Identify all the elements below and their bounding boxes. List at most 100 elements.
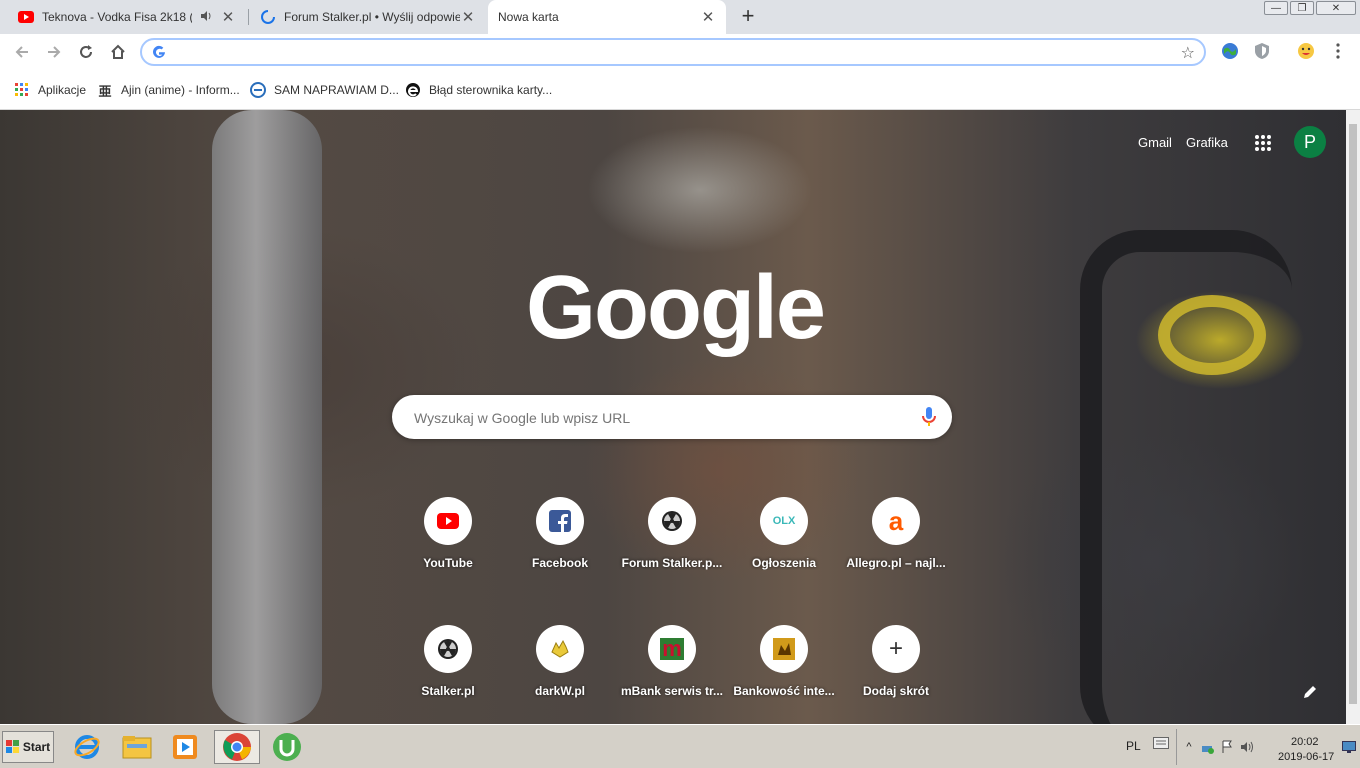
taskbar: Start PL ^ 20:02 2019-06-17: [0, 724, 1360, 768]
show-desktop-icon[interactable]: [1341, 739, 1357, 755]
background-photo: [212, 110, 322, 724]
language-indicator[interactable]: PL: [1126, 739, 1141, 753]
plus-icon: +: [872, 625, 920, 673]
facebook-icon: [536, 497, 584, 545]
close-window-button[interactable]: ✕: [1316, 1, 1356, 15]
kanji-icon: 亜: [98, 83, 112, 99]
youtube-icon: [18, 9, 34, 25]
scrollbar-thumb[interactable]: [1349, 124, 1357, 704]
close-tab-icon[interactable]: ✕: [220, 8, 236, 26]
new-tab-page: Gmail Grafika P Google YouTube Faceboo: [0, 110, 1346, 724]
extension-emoji-icon[interactable]: [1296, 41, 1316, 61]
keyboard-icon[interactable]: [1153, 735, 1169, 751]
shortcut-label: Ogłoszenia: [751, 556, 816, 570]
file-explorer-icon[interactable]: [120, 730, 154, 764]
clock-date[interactable]: 2019-06-17: [1278, 751, 1334, 763]
extension-shield-icon[interactable]: [1252, 41, 1272, 61]
action-center-flag-icon[interactable]: [1219, 739, 1235, 755]
shortcut-mbank[interactable]: m mBank serwis tr...: [616, 610, 728, 722]
start-button[interactable]: Start: [2, 731, 54, 763]
shortcut-label: YouTube: [423, 556, 473, 570]
shortcut-label: darkW.pl: [534, 684, 585, 698]
bookmark-label: Aplikacje: [38, 83, 87, 97]
home-button[interactable]: [106, 40, 130, 64]
shortcut-label: Forum Stalker.p...: [621, 556, 723, 570]
shortcut-allegro[interactable]: a Allegro.pl – najl...: [840, 482, 952, 594]
clock-time[interactable]: 20:02: [1291, 736, 1319, 748]
forward-button[interactable]: [42, 40, 66, 64]
shortcut-label: Facebook: [531, 556, 588, 570]
customize-pencil-icon[interactable]: [1302, 684, 1318, 703]
show-hidden-icons-chevron-icon[interactable]: ^: [1181, 739, 1197, 755]
bookmark-star-icon[interactable]: ☆: [1181, 43, 1195, 63]
tab-title: Forum Stalker.pl • Wyślij odpowiedź: [284, 10, 460, 24]
shortcut-label: Stalker.pl: [421, 684, 475, 698]
close-tab-icon[interactable]: ✕: [460, 8, 476, 26]
home-icon: [111, 44, 125, 59]
allegro-icon: a: [872, 497, 920, 545]
tab-forum-stalker[interactable]: Forum Stalker.pl • Wyślij odpowiedź ✕: [250, 0, 486, 34]
olx-icon: OLX: [760, 497, 808, 545]
edge-icon: [405, 82, 421, 98]
tab-title: Teknova - Vodka Fisa 2k18 (Or: [42, 10, 192, 24]
microphone-icon[interactable]: [922, 407, 936, 430]
maximize-button[interactable]: ❐: [1290, 1, 1314, 15]
apps-grid-icon: [14, 82, 30, 98]
search-input[interactable]: [412, 407, 896, 429]
allegro-glyph: a: [888, 506, 904, 536]
shortcut-label: Allegro.pl – najl...: [846, 556, 946, 570]
internet-explorer-icon[interactable]: [70, 730, 104, 764]
bookmark-blad-sterownika[interactable]: Błąd sterownika karty...: [405, 82, 552, 98]
reload-icon: [80, 45, 92, 58]
gmail-link[interactable]: Gmail: [1138, 135, 1172, 150]
shortcut-olx[interactable]: OLX Ogłoszenia: [728, 482, 840, 594]
utorrent-icon[interactable]: [270, 730, 304, 764]
shortcut-add[interactable]: + Dodaj skrót: [840, 610, 952, 722]
back-button[interactable]: [10, 40, 34, 64]
bookmark-label: Błąd sterownika karty...: [429, 83, 553, 97]
google-apps-icon[interactable]: [1254, 134, 1272, 155]
olx-glyph: OLX: [772, 515, 796, 527]
volume-icon[interactable]: [1239, 739, 1255, 755]
new-tab-button[interactable]: +: [736, 5, 760, 29]
shortcut-stalker[interactable]: Stalker.pl: [392, 610, 504, 722]
mbank-icon: m: [648, 625, 696, 673]
shortcut-label: Bankowość inte...: [733, 684, 835, 698]
google-logo: Google: [526, 258, 826, 358]
system-tray: ^ 20:02 2019-06-17: [1176, 729, 1360, 765]
extension-globe-icon[interactable]: [1220, 41, 1240, 61]
media-player-icon[interactable]: [168, 730, 202, 764]
vertical-scrollbar[interactable]: [1346, 110, 1360, 724]
chrome-taskbar-icon[interactable]: [214, 730, 260, 764]
back-arrow-icon: [15, 46, 28, 58]
bank-icon: [760, 625, 808, 673]
radiation-icon: [648, 497, 696, 545]
address-input[interactable]: [172, 43, 1166, 63]
chrome-menu-icon[interactable]: [1328, 41, 1348, 61]
search-box[interactable]: [392, 395, 952, 439]
close-tab-icon[interactable]: ✕: [700, 8, 716, 26]
shortcut-youtube[interactable]: YouTube: [392, 482, 504, 594]
minimize-button[interactable]: —: [1264, 1, 1288, 15]
shortcut-darkw[interactable]: darkW.pl: [504, 610, 616, 722]
images-link[interactable]: Grafika: [1186, 135, 1228, 150]
shortcut-facebook[interactable]: Facebook: [504, 482, 616, 594]
account-avatar[interactable]: P: [1294, 126, 1326, 158]
shortcut-forum-stalker[interactable]: Forum Stalker.p...: [616, 482, 728, 594]
speaker-icon[interactable]: [200, 10, 212, 25]
bookmark-label: Ajin (anime) - Inform...: [121, 83, 240, 97]
start-label: Start: [22, 740, 51, 754]
network-icon[interactable]: [1199, 739, 1215, 755]
shortcut-label: mBank serwis tr...: [620, 684, 724, 698]
bookmark-apps[interactable]: Aplikacje: [14, 82, 86, 98]
reload-button[interactable]: [74, 40, 98, 64]
tab-new-tab[interactable]: Nowa karta ✕: [488, 0, 726, 34]
plus-glyph: +: [888, 635, 903, 662]
bookmark-sam-naprawiam[interactable]: SAM NAPRAWIAM D...: [250, 82, 399, 98]
bookmark-ajin[interactable]: 亜 Ajin (anime) - Inform...: [97, 82, 240, 99]
tab-teknova[interactable]: Teknova - Vodka Fisa 2k18 (Or ✕: [8, 0, 246, 34]
shortcut-bankowosc[interactable]: Bankowość inte...: [728, 610, 840, 722]
address-bar[interactable]: ☆: [140, 38, 1206, 66]
bookmark-label: SAM NAPRAWIAM D...: [274, 83, 399, 97]
tab-divider: [248, 9, 249, 25]
